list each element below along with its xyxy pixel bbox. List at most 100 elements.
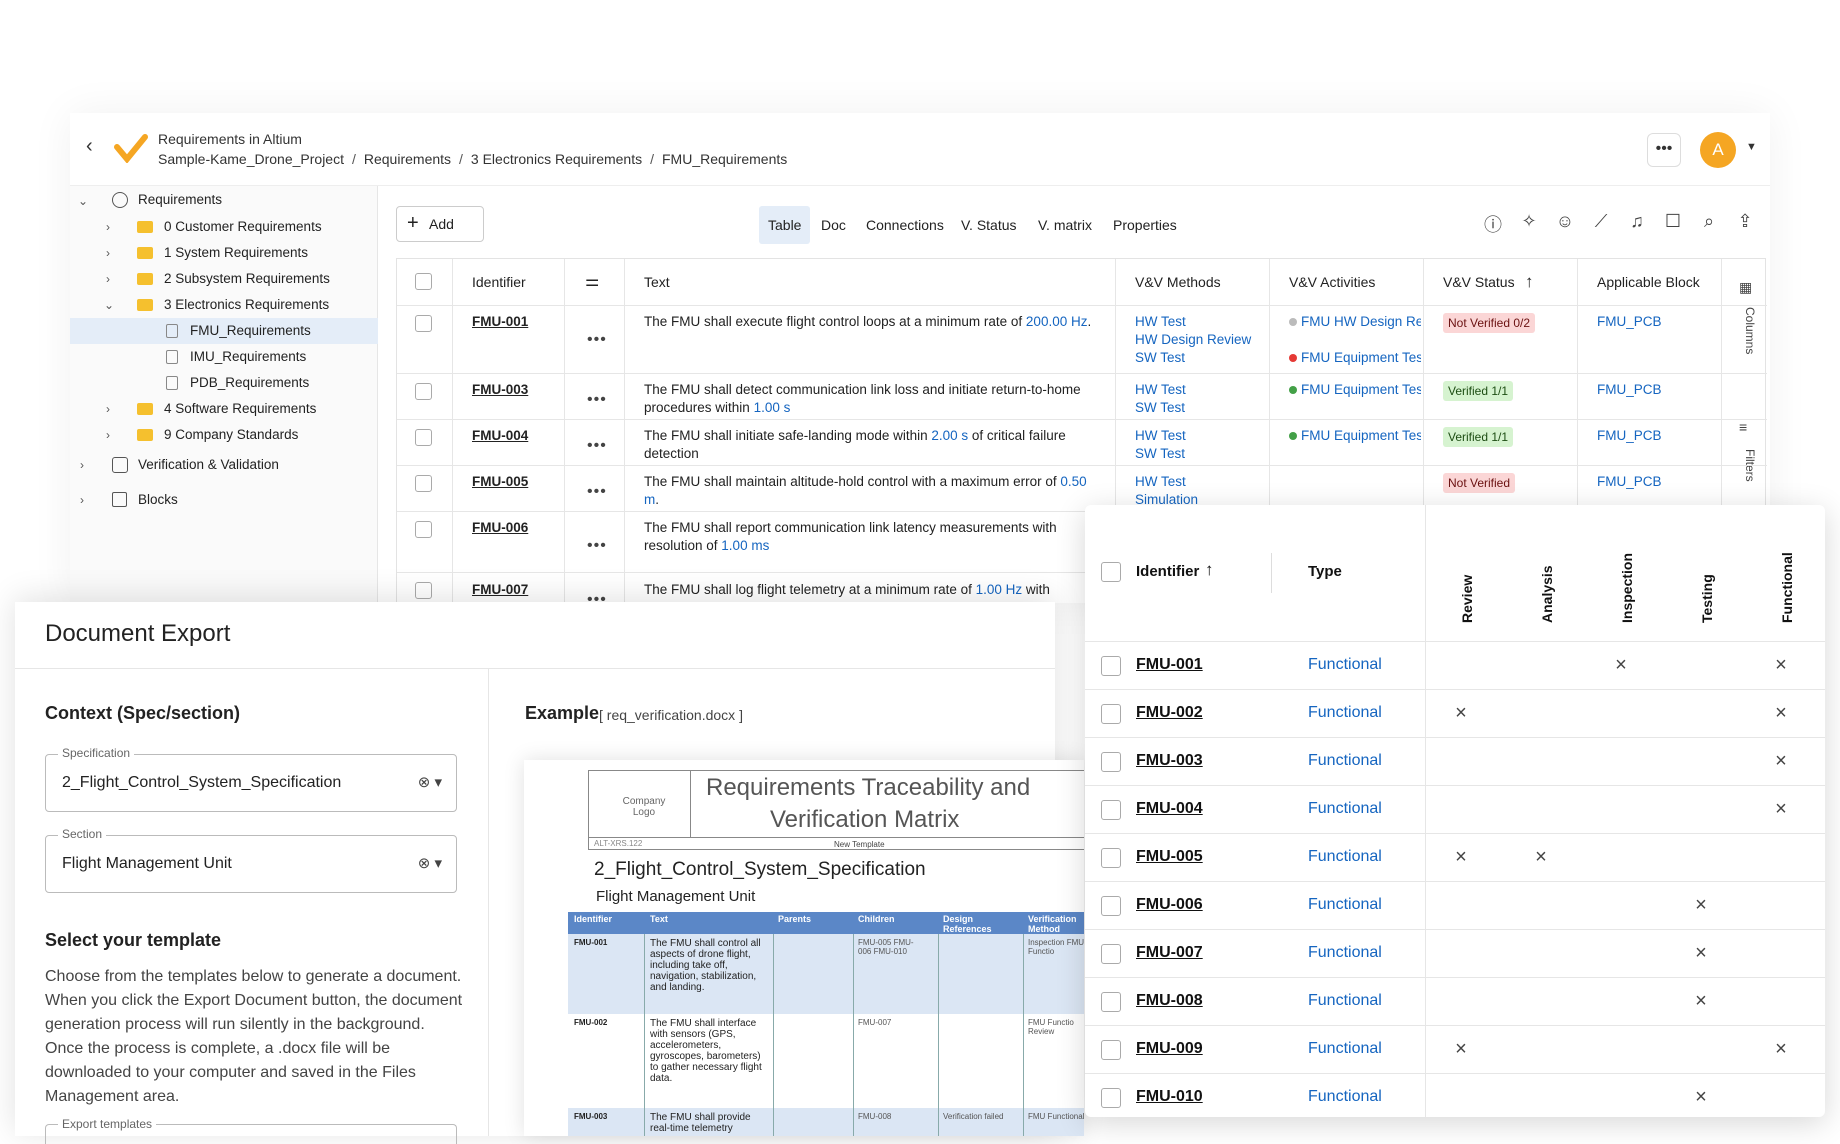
verification-mark-icon[interactable]: × [1691,942,1711,965]
export-templates-select[interactable]: Export templates [45,1117,457,1144]
requirement-value[interactable]: 1.00 ms [721,538,769,553]
header-status[interactable]: V&V Status [1443,259,1515,305]
chart-icon[interactable]: ⟋ [1590,211,1612,232]
requirement-id-link[interactable]: FMU-001 [472,313,528,331]
requirement-type[interactable]: Functional [1308,896,1382,914]
matrix-row[interactable]: FMU-007 Functional × [1085,929,1825,977]
vv-method-link[interactable]: SW Test [1135,399,1185,417]
search-icon[interactable]: ⌕ [1698,211,1720,232]
sidebar-item-verification[interactable]: › Verification & Validation [70,452,378,478]
requirement-type[interactable]: Functional [1308,704,1382,722]
verification-mark-icon[interactable]: × [1771,750,1791,773]
sidebar-item-requirements[interactable]: ⌄ Requirements [70,188,378,214]
matrix-row[interactable]: FMU-008 Functional × [1085,977,1825,1025]
chevron-down-icon[interactable]: ▼ [1746,141,1757,153]
requirement-type[interactable]: Functional [1308,1088,1382,1106]
chevron-down-icon[interactable]: ⌄ [104,298,114,312]
clear-dropdown-icon[interactable]: ⊗ ▾ [418,854,442,872]
vv-activity-link[interactable]: FMU Equipment Tes [1289,381,1421,399]
requirement-id-link[interactable]: FMU-005 [472,473,528,491]
filters-icon[interactable]: ≡ [1739,419,1747,435]
header-identifier[interactable]: Identifier [1136,563,1199,580]
row-checkbox[interactable] [1101,752,1121,772]
row-checkbox[interactable] [1101,944,1121,964]
requirement-value[interactable]: 1.00 s [754,400,791,415]
requirement-id-link[interactable]: FMU-003 [1136,752,1203,770]
clear-dropdown-icon[interactable]: ⊗ ▾ [418,773,442,791]
sidebar-item-folder[interactable]: › 0 Customer Requirements [70,214,378,240]
sidebar-item-folder[interactable]: › 1 System Requirements [70,240,378,266]
block-link[interactable]: FMU_PCB [1597,473,1662,491]
verification-mark-icon[interactable]: × [1451,702,1471,725]
row-checkbox[interactable] [415,429,432,446]
sidebar-item-folder[interactable]: › 4 Software Requirements [70,396,378,422]
requirement-value[interactable]: 200.00 Hz [1026,314,1088,329]
requirement-id-link[interactable]: FMU-006 [1136,896,1203,914]
vv-method-link[interactable]: HW Design Review [1135,331,1251,349]
chevron-right-icon[interactable]: › [106,402,110,416]
matrix-row[interactable]: FMU-002 Functional × × [1085,689,1825,737]
vv-method-link[interactable]: HW Test [1135,473,1186,491]
row-menu-icon[interactable]: ••• [587,437,607,455]
breadcrumb-item[interactable]: 3 Electronics Requirements [471,151,642,167]
comment-icon[interactable]: ☐ [1662,211,1684,232]
verification-mark-icon[interactable]: × [1691,990,1711,1013]
header-identifier[interactable]: Identifier [472,259,526,305]
tab-properties[interactable]: Properties [1104,206,1186,244]
row-checkbox[interactable] [415,315,432,332]
back-icon[interactable]: ‹ [86,135,93,158]
vv-method-link[interactable]: SW Test [1135,445,1185,463]
requirement-type[interactable]: Functional [1308,848,1382,866]
header-method-analysis[interactable]: Analysis [1539,565,1555,623]
row-menu-icon[interactable]: ••• [587,537,607,555]
row-checkbox[interactable] [1101,656,1121,676]
matrix-row[interactable]: FMU-006 Functional × [1085,881,1825,929]
row-checkbox[interactable] [1101,1040,1121,1060]
breadcrumb-item[interactable]: FMU_Requirements [662,151,787,167]
breadcrumb-item[interactable]: Sample-Kame_Drone_Project [158,151,344,167]
specification-select[interactable]: Specification 2_Flight_Control_System_Sp… [45,746,457,812]
header-block[interactable]: Applicable Block [1597,259,1700,305]
tab-doc[interactable]: Doc [812,206,855,244]
header-type[interactable]: Type [1308,563,1342,580]
tab-v-status[interactable]: V. Status [952,206,1026,244]
matrix-row[interactable]: FMU-010 Functional × [1085,1073,1825,1117]
requirement-type[interactable]: Functional [1308,1040,1382,1058]
vv-activity-link[interactable]: FMU Equipment Tes [1289,427,1421,445]
requirement-type[interactable]: Functional [1308,944,1382,962]
chevron-right-icon[interactable]: › [80,493,84,507]
header-method-functional[interactable]: Functional [1779,552,1795,623]
row-menu-icon[interactable]: ••• [587,391,607,409]
requirement-type[interactable]: Functional [1308,992,1382,1010]
sidebar-item-folder[interactable]: ⌄ 3 Electronics Requirements [70,292,378,318]
header-text[interactable]: Text [644,259,670,305]
row-checkbox[interactable] [1101,992,1121,1012]
verification-mark-icon[interactable]: × [1771,1038,1791,1061]
row-checkbox[interactable] [415,383,432,400]
add-button[interactable]: + Add [396,206,484,242]
columns-icon[interactable]: ▦ [1739,279,1752,296]
requirement-id-link[interactable]: FMU-008 [1136,992,1203,1010]
requirement-id-link[interactable]: FMU-004 [472,427,528,445]
chevron-right-icon[interactable]: › [106,272,110,286]
chevron-right-icon[interactable]: › [106,428,110,442]
row-checkbox[interactable] [415,475,432,492]
requirement-id-link[interactable]: FMU-001 [1136,656,1203,674]
export-icon[interactable]: ⇪ [1734,211,1756,232]
vv-activity-link[interactable]: FMU HW Design Re [1289,313,1421,331]
vv-method-link[interactable]: HW Test [1135,313,1186,331]
vv-method-link[interactable]: SW Test [1135,349,1185,367]
header-activities[interactable]: V&V Activities [1289,259,1375,305]
row-checkbox[interactable] [415,582,432,599]
row-checkbox[interactable] [1101,848,1121,868]
row-menu-icon[interactable]: ••• [587,483,607,501]
verification-mark-icon[interactable]: × [1771,654,1791,677]
requirement-type[interactable]: Functional [1308,800,1382,818]
select-all-checkbox[interactable] [1101,562,1121,582]
matrix-row[interactable]: FMU-009 Functional × × [1085,1025,1825,1073]
requirement-value[interactable]: 2.00 s [931,428,968,443]
header-method-inspection[interactable]: Inspection [1619,553,1635,623]
header-methods[interactable]: V&V Methods [1135,259,1221,305]
vv-activity-link[interactable]: FMU Equipment Tes [1289,349,1421,367]
requirement-value[interactable]: 1.00 Hz [976,582,1023,597]
